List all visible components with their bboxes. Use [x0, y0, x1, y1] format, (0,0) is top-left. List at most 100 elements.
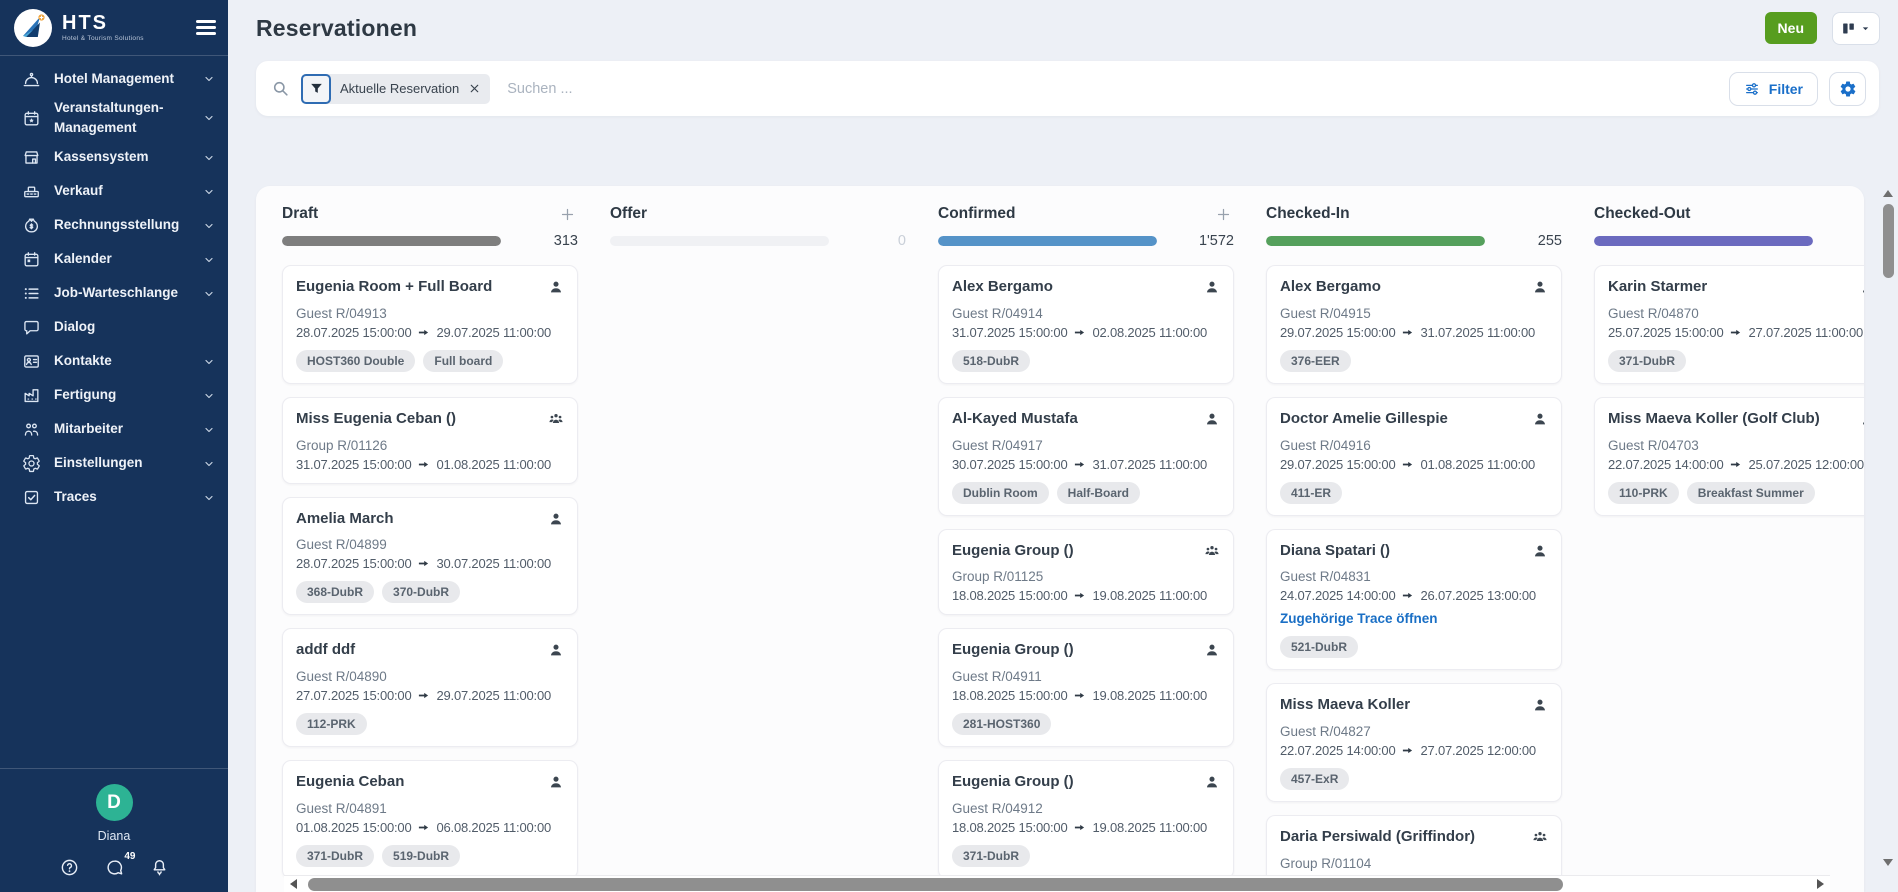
- reservation-card[interactable]: Diana Spatari () Guest R/04831 24.07.202…: [1266, 529, 1562, 671]
- reservation-card[interactable]: Miss Maeva Koller (Golf Club) Guest R/04…: [1594, 397, 1864, 516]
- checkout-datetime: 19.08.2025 11:00:00: [1092, 688, 1207, 703]
- scroll-right-arrow[interactable]: [1817, 879, 1824, 889]
- vertical-scrollbar[interactable]: [1881, 190, 1895, 866]
- sidebar-item-label: Einstellungen: [54, 453, 143, 473]
- open-trace-link[interactable]: Zugehörige Trace öffnen: [1280, 611, 1549, 626]
- arrow-right-icon: [1400, 326, 1415, 339]
- checkout-datetime: 30.07.2025 11:00:00: [436, 556, 551, 571]
- scroll-up-arrow[interactable]: [1883, 190, 1893, 197]
- reservation-dates: 28.07.2025 15:00:00 30.07.2025 11:00:00: [296, 556, 565, 571]
- reservation-card[interactable]: addf ddf Guest R/04890 27.07.2025 15:00:…: [282, 628, 578, 747]
- arrow-right-icon: [1072, 689, 1087, 702]
- checkin-datetime: 18.08.2025 15:00:00: [952, 588, 1067, 603]
- sidebar-item-kontakte[interactable]: Kontakte: [0, 345, 228, 379]
- people-icon: [22, 420, 41, 439]
- horizontal-scrollbar[interactable]: [284, 875, 1830, 892]
- reservation-dates: 29.07.2025 15:00:00 01.08.2025 11:00:00: [1280, 457, 1549, 472]
- sidebar-item-kassensystem[interactable]: Kassensystem: [0, 141, 228, 175]
- checkin-datetime: 27.07.2025 15:00:00: [296, 688, 411, 703]
- reservation-ref: Guest R/04703: [1608, 438, 1864, 453]
- settings-gear-button[interactable]: [1829, 72, 1866, 106]
- chat-button[interactable]: 49: [105, 858, 124, 882]
- tag-badge: 370-DubR: [382, 581, 460, 603]
- sidebar-item-kalender[interactable]: Kalender: [0, 243, 228, 277]
- sidebar-item-label: Traces: [54, 487, 97, 507]
- checkout-datetime: 25.07.2025 12:00:00: [1748, 457, 1863, 472]
- reservation-card[interactable]: Al-Kayed Mustafa Guest R/04917 30.07.202…: [938, 397, 1234, 516]
- active-filter-chip[interactable]: Aktuelle Reservation: [301, 74, 490, 104]
- sidebar-item-verkauf[interactable]: Verkauf: [0, 175, 228, 209]
- reservation-card[interactable]: Alex Bergamo Guest R/04914 31.07.2025 15…: [938, 265, 1234, 384]
- brand-name: HTS: [62, 13, 144, 33]
- column-draft: Draft 313 Eugenia Room + Full Board Gues…: [282, 202, 578, 892]
- notifications-bell-icon[interactable]: [150, 858, 169, 877]
- reservation-card[interactable]: Eugenia Ceban Guest R/04891 01.08.2025 1…: [282, 760, 578, 879]
- search-input[interactable]: [507, 81, 1729, 97]
- column-checked-out: Checked-Out Karin Starmer Guest R/04870 …: [1594, 202, 1864, 892]
- sidebar-item-traces[interactable]: Traces: [0, 481, 228, 515]
- view-switcher-button[interactable]: [1832, 12, 1880, 45]
- checkout-datetime: 27.07.2025 12:00:00: [1420, 743, 1535, 758]
- checkout-datetime: 29.07.2025 11:00:00: [436, 325, 551, 340]
- column-progress-bar: [282, 236, 501, 246]
- vertical-scroll-thumb[interactable]: [1883, 204, 1894, 278]
- reservation-ref: Guest R/04899: [296, 537, 565, 552]
- reservation-dates: 18.08.2025 15:00:00 19.08.2025 11:00:00: [952, 688, 1221, 703]
- new-reservation-button[interactable]: Neu: [1765, 12, 1817, 44]
- add-card-button[interactable]: [1215, 206, 1232, 223]
- scroll-left-arrow[interactable]: [290, 879, 297, 889]
- reservation-card[interactable]: Eugenia Group () Guest R/04911 18.08.202…: [938, 628, 1234, 747]
- avatar[interactable]: D: [96, 784, 133, 821]
- tag-badge: 371-DubR: [952, 845, 1030, 867]
- reservation-card[interactable]: Alex Bergamo Guest R/04915 29.07.2025 15…: [1266, 265, 1562, 384]
- column-progress-bar: [938, 236, 1157, 246]
- checkout-datetime: 29.07.2025 11:00:00: [436, 688, 551, 703]
- scroll-down-arrow[interactable]: [1883, 859, 1893, 866]
- sidebar-item-job-warteschlange[interactable]: Job-Warteschlange: [0, 277, 228, 311]
- sidebar-item-veranstaltungen-management[interactable]: Veranstaltungen-Management: [0, 96, 228, 141]
- filter-button[interactable]: Filter: [1729, 72, 1818, 106]
- sidebar-item-fertigung[interactable]: Fertigung: [0, 379, 228, 413]
- horizontal-scroll-thumb[interactable]: [308, 878, 1563, 891]
- checkin-datetime: 30.07.2025 15:00:00: [952, 457, 1067, 472]
- tag-badge: 281-HOST360: [952, 713, 1051, 735]
- reservation-card[interactable]: Eugenia Group () Group R/01125 18.08.202…: [938, 529, 1234, 616]
- reservation-card[interactable]: Eugenia Group () Guest R/04912 18.08.202…: [938, 760, 1234, 879]
- factory-icon: [22, 386, 41, 405]
- sidebar-item-einstellungen[interactable]: Einstellungen: [0, 447, 228, 481]
- tag-badge: Dublin Room: [952, 482, 1049, 504]
- reservation-dates: 25.07.2025 15:00:00 27.07.2025 11:00:00: [1608, 325, 1864, 340]
- group-icon: [1203, 542, 1221, 560]
- person-icon: [1531, 696, 1549, 714]
- reservation-card[interactable]: Amelia March Guest R/04899 28.07.2025 15…: [282, 497, 578, 616]
- menu-toggle-icon[interactable]: [196, 17, 216, 39]
- column-count: 1'572: [1199, 233, 1234, 249]
- remove-filter-icon[interactable]: [468, 82, 481, 95]
- tag-badge: Full board: [423, 350, 503, 372]
- reservation-dates: 30.07.2025 15:00:00 31.07.2025 11:00:00: [952, 457, 1221, 472]
- storefront-icon: [22, 148, 41, 167]
- arrow-right-icon: [1072, 326, 1087, 339]
- column-progress-bar: [1594, 236, 1813, 246]
- sidebar-item-mitarbeiter[interactable]: Mitarbeiter: [0, 413, 228, 447]
- add-card-button[interactable]: [559, 206, 576, 223]
- reservation-card[interactable]: Miss Eugenia Ceban () Group R/01126 31.0…: [282, 397, 578, 484]
- reservation-card[interactable]: Eugenia Room + Full Board Guest R/04913 …: [282, 265, 578, 384]
- sidebar-item-rechnungsstellung[interactable]: Rechnungsstellung: [0, 209, 228, 243]
- checkout-datetime: 31.07.2025 11:00:00: [1092, 457, 1207, 472]
- chevron-down-icon: [203, 390, 215, 402]
- column-confirmed: Confirmed 1'572 Alex Bergamo Guest R/049…: [938, 202, 1234, 892]
- person-icon: [1859, 410, 1864, 428]
- sidebar-item-hotel-management[interactable]: Hotel Management: [0, 62, 228, 96]
- reservation-ref: Guest R/04911: [952, 669, 1221, 684]
- reservation-card[interactable]: Doctor Amelie Gillespie Guest R/04916 29…: [1266, 397, 1562, 516]
- reservation-card[interactable]: Miss Maeva Koller Guest R/04827 22.07.20…: [1266, 683, 1562, 802]
- help-icon[interactable]: [60, 858, 79, 877]
- arrow-right-icon: [416, 557, 431, 570]
- sidebar-item-dialog[interactable]: Dialog: [0, 311, 228, 345]
- reservation-ref: Guest R/04916: [1280, 438, 1549, 453]
- reservation-ref: Guest R/04915: [1280, 306, 1549, 321]
- reservation-card[interactable]: Karin Starmer Guest R/04870 25.07.2025 1…: [1594, 265, 1864, 384]
- sidebar-item-label: Kontakte: [54, 351, 112, 371]
- arrow-right-icon: [1400, 458, 1415, 471]
